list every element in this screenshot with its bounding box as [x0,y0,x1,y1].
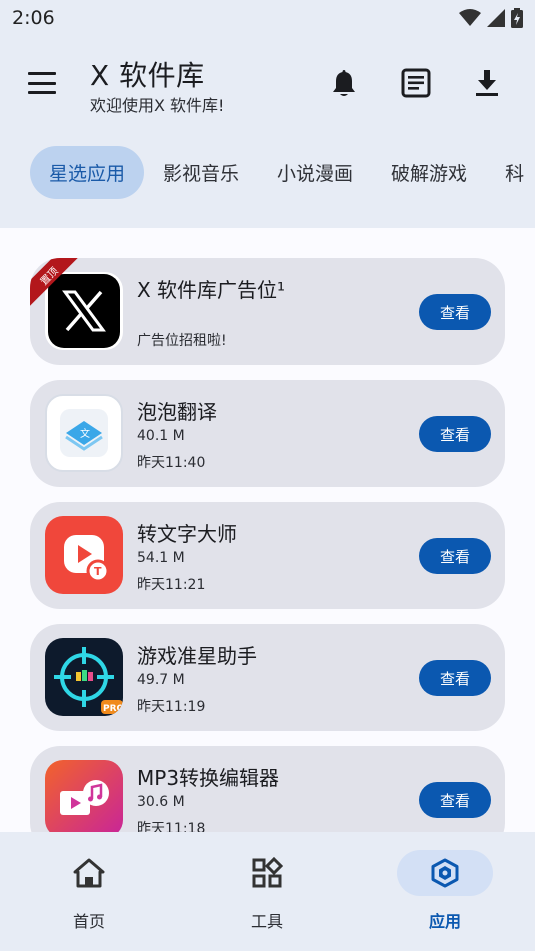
nav-home[interactable]: 首页 [29,850,149,940]
document-icon[interactable] [399,66,433,100]
app-name: X 软件库广告位¹ [137,278,286,302]
tab-cracked-games[interactable]: 破解游戏 [372,146,486,199]
view-button[interactable]: 查看 [419,416,491,452]
list-item[interactable]: PRO 游戏准星助手 49.7 M 昨天11:19 查看 [30,624,505,731]
nav-apps[interactable]: 应用 [385,850,505,940]
category-tabs: 星选应用 影视音乐 小说漫画 破解游戏 科 [0,145,535,199]
status-icons [459,8,523,28]
app-date: 昨天11:21 [137,577,206,593]
view-button[interactable]: 查看 [419,660,491,696]
nav-tools-label: 工具 [250,912,283,931]
app-description: 广告位招租啦! [137,333,227,349]
home-icon [41,850,137,896]
app-date: 昨天11:40 [137,455,206,471]
app-date: 昨天11:18 [137,821,206,832]
app-size: 54.1 M [137,550,185,566]
status-time: 2:06 [12,7,55,29]
page-subtitle: 欢迎使用X 软件库! [90,96,225,115]
view-button[interactable]: 查看 [419,294,491,330]
tab-video-music[interactable]: 影视音乐 [144,146,258,199]
mp3-converter-icon [45,760,123,832]
svg-text:T: T [94,565,102,578]
game-crosshair-icon: PRO [45,638,123,716]
signal-icon [487,9,505,27]
view-button[interactable]: 查看 [419,538,491,574]
bubble-translate-icon: 文 [45,394,123,472]
app-size: 30.6 M [137,794,185,810]
speech-to-text-icon: T [45,516,123,594]
list-item[interactable]: T 转文字大师 54.1 M 昨天11:21 查看 [30,502,505,609]
tools-grid-icon [219,850,315,896]
app-size: 40.1 M [137,428,185,444]
status-bar: 2:06 [0,0,535,36]
app-size: 49.7 M [137,672,185,688]
list-item[interactable]: 置顶 X 软件库广告位¹ 广告位招租啦! 查看 [30,258,505,365]
tab-featured-apps[interactable]: 星选应用 [30,145,145,199]
battery-icon [511,8,523,28]
app-name: MP3转换编辑器 [137,766,280,790]
view-button[interactable]: 查看 [419,782,491,818]
download-icon[interactable] [470,66,504,100]
nav-tools[interactable]: 工具 [207,850,327,940]
bottom-navigation: 首页 工具 应用 [0,832,535,951]
app-header: X 软件库 欢迎使用X 软件库! [0,52,535,116]
tab-novels-comics[interactable]: 小说漫画 [258,146,372,199]
wifi-icon [459,9,481,26]
page-title: X 软件库 [90,59,205,92]
svg-text:PRO: PRO [103,704,123,714]
list-item[interactable]: MP3转换编辑器 30.6 M 昨天11:18 查看 [30,746,505,832]
bell-icon[interactable] [327,66,361,100]
app-date: 昨天11:19 [137,699,206,715]
nav-home-label: 首页 [72,912,105,931]
menu-icon[interactable] [22,68,62,98]
app-name: 游戏准星助手 [137,644,257,668]
svg-text:文: 文 [80,427,90,440]
tab-more[interactable]: 科 [486,146,535,199]
app-list: 置顶 X 软件库广告位¹ 广告位招租啦! 查看 文 泡泡翻译 40.1 M 昨天… [0,228,535,832]
nav-apps-label: 应用 [428,912,461,931]
apps-cube-icon [397,850,493,896]
list-item[interactable]: 文 泡泡翻译 40.1 M 昨天11:40 查看 [30,380,505,487]
x-logo-icon [45,272,123,350]
app-name: 泡泡翻译 [137,400,217,424]
app-name: 转文字大师 [137,522,237,546]
